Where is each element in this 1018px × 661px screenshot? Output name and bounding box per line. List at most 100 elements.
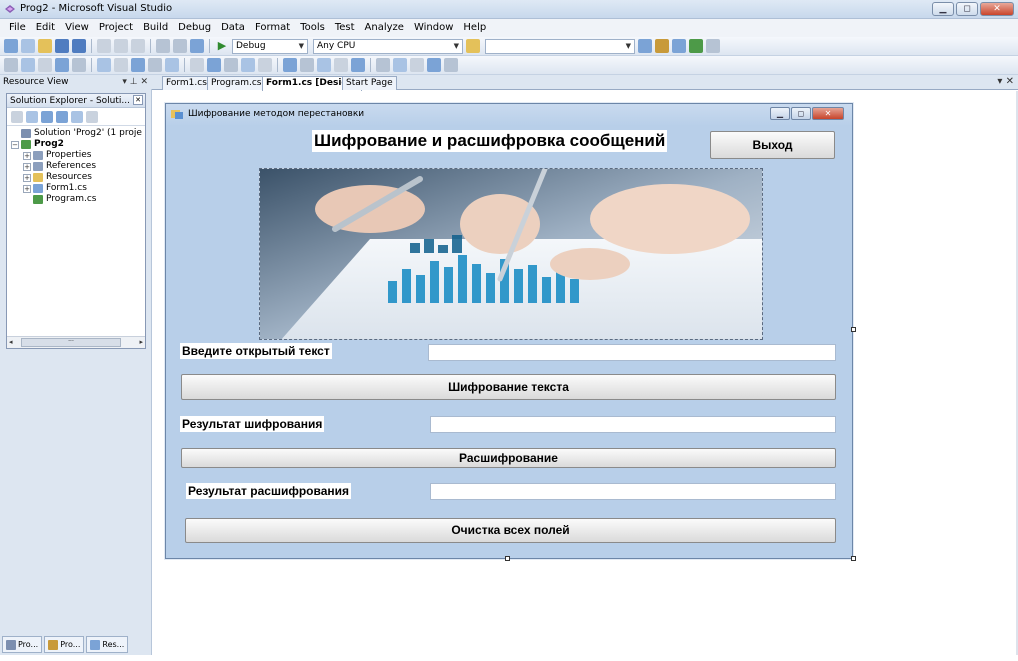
redo-icon[interactable] xyxy=(173,39,187,53)
menu-item-test[interactable]: Test xyxy=(330,19,360,37)
find-icon[interactable] xyxy=(466,39,480,53)
collapse-icon[interactable]: − xyxy=(11,140,19,149)
picture-box[interactable] xyxy=(259,168,763,340)
menu-item-build[interactable]: Build xyxy=(138,19,173,37)
tree-item[interactable]: + Resources xyxy=(7,172,145,183)
solution-explorer-icon[interactable] xyxy=(638,39,652,53)
tree-item[interactable]: + References xyxy=(7,161,145,172)
add-item-icon[interactable] xyxy=(21,39,35,53)
open-file-icon[interactable] xyxy=(38,39,52,53)
bring-to-front-icon[interactable] xyxy=(393,58,407,72)
resize-handle-corner[interactable] xyxy=(851,556,856,561)
scrollbar-thumb[interactable]: ··· xyxy=(21,338,121,347)
encrypt-button[interactable]: Шифрование текста xyxy=(181,374,836,400)
scroll-left-icon[interactable]: ◂ xyxy=(9,338,13,346)
new-project-icon[interactable] xyxy=(4,39,18,53)
toolbox-icon[interactable] xyxy=(689,39,703,53)
align-bottoms-icon[interactable] xyxy=(114,58,128,72)
menu-item-format[interactable]: Format xyxy=(250,19,295,37)
decrease-vertical-spacing-icon[interactable] xyxy=(317,58,331,72)
remove-horizontal-spacing-icon[interactable] xyxy=(258,58,272,72)
bottom-tab[interactable]: Pro... xyxy=(44,636,85,653)
align-middles-icon[interactable] xyxy=(97,58,111,72)
menu-item-project[interactable]: Project xyxy=(94,19,138,37)
menu-item-debug[interactable]: Debug xyxy=(173,19,216,37)
refresh-icon[interactable] xyxy=(41,110,53,123)
navigate-icon[interactable] xyxy=(190,39,204,53)
tab-form1-cs[interactable]: Form1.cs xyxy=(162,76,211,90)
minimize-button[interactable]: ▁ xyxy=(932,2,954,16)
menu-item-view[interactable]: View xyxy=(60,19,94,37)
object-browser-icon[interactable] xyxy=(672,39,686,53)
clear-button[interactable]: Очистка всех полей xyxy=(185,518,836,543)
make-same-width-icon[interactable] xyxy=(131,58,145,72)
horizontal-spacing-equal-icon[interactable] xyxy=(207,58,221,72)
show-all-files-icon[interactable] xyxy=(26,110,38,123)
copy-icon[interactable] xyxy=(114,39,128,53)
remove-vertical-spacing-icon[interactable] xyxy=(334,58,348,72)
bottom-tab[interactable]: Res... xyxy=(86,636,129,653)
paste-icon[interactable] xyxy=(131,39,145,53)
properties-icon[interactable] xyxy=(11,110,23,123)
close-button[interactable]: ✕ xyxy=(812,107,844,120)
exit-button[interactable]: Выход xyxy=(710,131,835,159)
other-windows-icon[interactable] xyxy=(706,39,720,53)
tree-item[interactable]: Program.cs xyxy=(7,194,145,205)
resize-handle-right[interactable] xyxy=(851,327,856,332)
menu-item-data[interactable]: Data xyxy=(216,19,250,37)
tree-item[interactable]: − Prog2 xyxy=(7,139,145,150)
decrypt-button[interactable]: Расшифрование xyxy=(181,448,836,468)
decrypt-result-field[interactable] xyxy=(430,483,836,500)
menu-item-file[interactable]: File xyxy=(4,19,31,37)
view-code-icon[interactable] xyxy=(56,110,68,123)
make-same-size-icon[interactable] xyxy=(165,58,179,72)
save-icon[interactable] xyxy=(55,39,69,53)
minimize-button[interactable]: ▁ xyxy=(770,107,790,120)
menu-item-tools[interactable]: Tools xyxy=(295,19,330,37)
align-to-grid-icon[interactable] xyxy=(4,58,18,72)
lock-controls-icon[interactable] xyxy=(444,58,458,72)
tree-item[interactable]: Solution 'Prog2' (1 proje xyxy=(7,128,145,139)
cipher-result-field[interactable] xyxy=(430,416,836,433)
tab-program-cs[interactable]: Program.cs xyxy=(207,76,266,90)
size-to-grid-icon[interactable] xyxy=(190,58,204,72)
tree-item[interactable]: + Form1.cs xyxy=(7,183,145,194)
bottom-tab[interactable]: Pro... xyxy=(2,636,43,653)
expand-icon[interactable]: + xyxy=(23,173,31,182)
send-to-back-icon[interactable] xyxy=(410,58,424,72)
tab-order-icon[interactable] xyxy=(427,58,441,72)
menu-item-analyze[interactable]: Analyze xyxy=(360,19,409,37)
close-document-icon[interactable]: ▾ ✕ xyxy=(997,76,1014,87)
increase-horizontal-spacing-icon[interactable] xyxy=(224,58,238,72)
start-debugging-icon[interactable]: ▶ xyxy=(215,39,229,53)
close-icon[interactable]: ✕ xyxy=(133,95,143,105)
horizontal-scrollbar[interactable]: ◂ ··· ▸ xyxy=(7,336,145,348)
decrease-horizontal-spacing-icon[interactable] xyxy=(241,58,255,72)
tree-item[interactable]: + Properties xyxy=(7,150,145,161)
maximize-button[interactable]: ◻ xyxy=(791,107,811,120)
expand-icon[interactable]: + xyxy=(23,162,31,171)
align-lefts-icon[interactable] xyxy=(21,58,35,72)
menu-item-edit[interactable]: Edit xyxy=(31,19,60,37)
panel-controls[interactable]: ▾ ⊥ ✕ xyxy=(122,75,148,89)
save-all-icon[interactable] xyxy=(72,39,86,53)
undo-icon[interactable] xyxy=(156,39,170,53)
platform-combo[interactable]: Any CPU ▼ xyxy=(313,38,463,54)
maximize-button[interactable]: ◻ xyxy=(956,2,978,16)
align-centers-icon[interactable] xyxy=(38,58,52,72)
resize-handle-bottom[interactable] xyxy=(505,556,510,561)
cut-icon[interactable] xyxy=(97,39,111,53)
make-same-height-icon[interactable] xyxy=(148,58,162,72)
align-rights-icon[interactable] xyxy=(55,58,69,72)
tab-start-page[interactable]: Start Page xyxy=(342,76,397,90)
expand-icon[interactable]: + xyxy=(23,184,31,193)
increase-vertical-spacing-icon[interactable] xyxy=(300,58,314,72)
properties-window-icon[interactable] xyxy=(655,39,669,53)
close-button[interactable]: ✕ xyxy=(980,2,1014,16)
vertical-spacing-equal-icon[interactable] xyxy=(283,58,297,72)
view-designer-icon[interactable] xyxy=(71,110,83,123)
menu-item-window[interactable]: Window xyxy=(409,19,458,37)
menu-item-help[interactable]: Help xyxy=(458,19,491,37)
plaintext-input[interactable] xyxy=(428,344,836,361)
center-vertically-icon[interactable] xyxy=(376,58,390,72)
